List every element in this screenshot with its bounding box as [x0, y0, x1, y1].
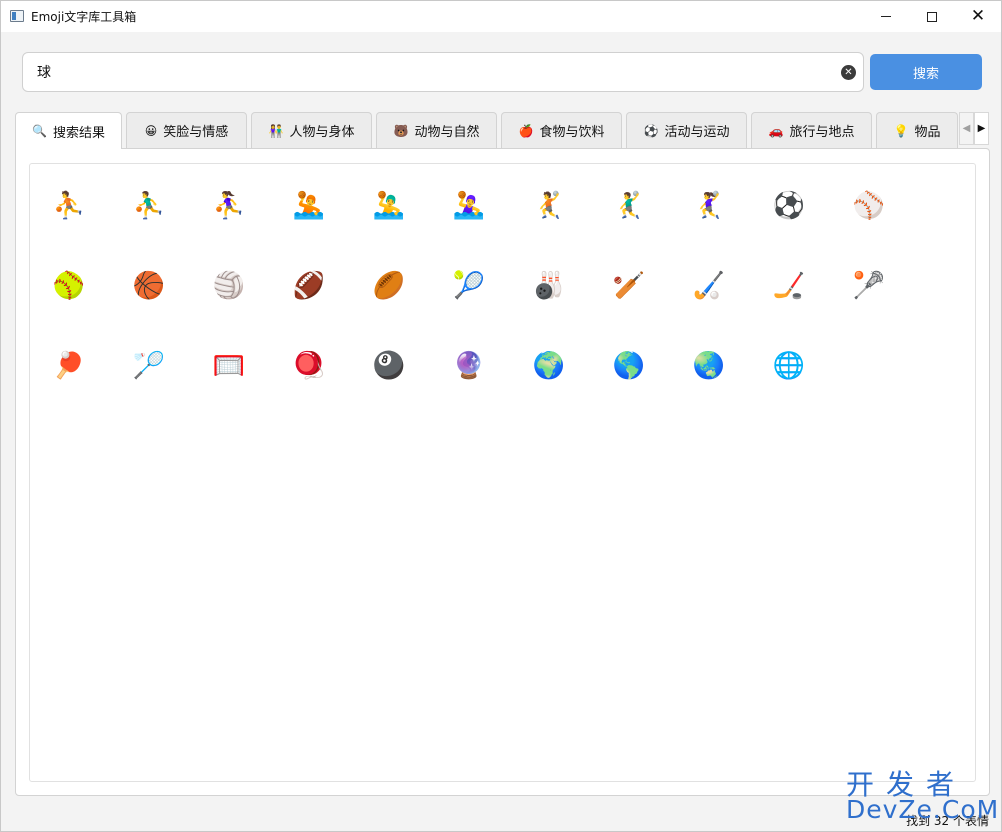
- emoji-cell[interactable]: 🏀: [123, 260, 175, 312]
- emoji-cell[interactable]: 🤾‍♀️: [683, 180, 735, 232]
- emoji-cell[interactable]: 🌐: [763, 340, 815, 392]
- tab-label: 人物与身体: [289, 125, 355, 140]
- tab-label: 动物与自然: [414, 125, 480, 140]
- chevron-right-icon: ▶: [977, 123, 986, 134]
- emoji-cell[interactable]: 🏑: [683, 260, 735, 312]
- tab-scroll-right-button[interactable]: ▶: [974, 112, 989, 145]
- tab-food-drink[interactable]: 🍎 食物与饮料: [501, 112, 622, 148]
- search-input[interactable]: [37, 53, 837, 91]
- tab-travel-places[interactable]: 🚗 旅行与地点: [751, 112, 872, 148]
- emoji-cell[interactable]: ⚾: [843, 180, 895, 232]
- magnifier-icon: 🔍: [32, 124, 47, 138]
- grinning-face-icon: 😀: [144, 123, 158, 138]
- tab-smileys-emotion[interactable]: 😀 笑脸与情感: [126, 112, 247, 148]
- chevron-left-icon: ◀: [962, 123, 971, 134]
- emoji-cell[interactable]: 🏓: [43, 340, 95, 392]
- tab-label: 笑脸与情感: [163, 125, 229, 140]
- car-icon: 🚗: [768, 123, 784, 138]
- emoji-cell[interactable]: 🤽‍♀️: [443, 180, 495, 232]
- emoji-cell[interactable]: ⚽: [763, 180, 815, 232]
- light-bulb-icon: 💡: [893, 123, 909, 138]
- close-icon: ✕: [970, 6, 986, 26]
- emoji-cell[interactable]: 🏒: [763, 260, 815, 312]
- emoji-cell[interactable]: 🏏: [603, 260, 655, 312]
- emoji-cell[interactable]: 🌎: [603, 340, 655, 392]
- minimize-icon: [881, 16, 891, 17]
- people-icon: 👫: [268, 123, 284, 138]
- maximize-icon: [927, 11, 937, 22]
- emoji-cell[interactable]: 🏉: [363, 260, 415, 312]
- emoji-cell[interactable]: 🪀: [283, 340, 335, 392]
- emoji-cell[interactable]: 🏐: [203, 260, 255, 312]
- emoji-cell[interactable]: 🥅: [203, 340, 255, 392]
- emoji-cell[interactable]: 🏈: [283, 260, 335, 312]
- emoji-cell[interactable]: 🌍: [523, 340, 575, 392]
- apple-icon: 🍎: [518, 123, 534, 138]
- status-bar: 找到 32 个表情: [1, 809, 1001, 831]
- tab-people-body[interactable]: 👫 人物与身体: [251, 112, 372, 148]
- app-window: Emoji文字库工具箱 ✕ ✕ 搜索 🔍 搜索结果 😀 笑脸与情感 👫 人物与身…: [0, 0, 1002, 832]
- close-button[interactable]: ✕: [955, 1, 1001, 32]
- tab-animals-nature[interactable]: 🐻 动物与自然: [376, 112, 497, 148]
- emoji-cell[interactable]: 🥍: [843, 260, 895, 312]
- tab-label: 物品: [914, 125, 941, 140]
- emoji-cell[interactable]: 🌏: [683, 340, 735, 392]
- app-icon: [10, 10, 24, 22]
- tab-label: 食物与饮料: [539, 125, 605, 140]
- tab-label: 旅行与地点: [789, 125, 855, 140]
- tab-scroll-left-button[interactable]: ◀: [959, 112, 974, 145]
- clear-search-icon[interactable]: ✕: [841, 65, 856, 80]
- window-title: Emoji文字库工具箱: [31, 10, 137, 24]
- emoji-cell[interactable]: 🤽: [283, 180, 335, 232]
- title-bar: Emoji文字库工具箱 ✕: [1, 1, 1001, 32]
- emoji-cell[interactable]: ⛹️: [43, 180, 95, 232]
- emoji-cell[interactable]: 🏸: [123, 340, 175, 392]
- tab-content-panel: ⛹️ ⛹️‍♂️ ⛹️‍♀️ 🤽 🤽‍♂️ 🤽‍♀️ 🤾 🤾‍♂️ 🤾‍♀️ ⚽ ⚾ 🥎 🏀 🏐 🏈 🏉 🎾 🎳 🏏…: [15, 148, 990, 796]
- search-button[interactable]: 搜索: [870, 54, 982, 90]
- emoji-cell[interactable]: 🎳: [523, 260, 575, 312]
- search-field: ✕: [22, 52, 864, 92]
- emoji-cell[interactable]: 🎾: [443, 260, 495, 312]
- category-tab-bar: 🔍 搜索结果 😀 笑脸与情感 👫 人物与身体 🐻 动物与自然 🍎 食物与饮料 ⚽…: [15, 112, 990, 149]
- emoji-grid: ⛹️ ⛹️‍♂️ ⛹️‍♀️ 🤽 🤽‍♂️ 🤽‍♀️ 🤾 🤾‍♂️ 🤾‍♀️ ⚽ ⚾ 🥎 🏀 🏐 🏈 🏉 🎾 🎳 🏏…: [29, 163, 976, 782]
- emoji-cell[interactable]: ⛹️‍♀️: [203, 180, 255, 232]
- bear-icon: 🐻: [393, 123, 409, 138]
- tab-label: 搜索结果: [52, 125, 105, 141]
- emoji-cell[interactable]: 🤽‍♂️: [363, 180, 415, 232]
- emoji-cell[interactable]: 🥎: [43, 260, 95, 312]
- tab-label: 活动与运动: [664, 125, 730, 140]
- emoji-cell[interactable]: 🔮: [443, 340, 495, 392]
- status-text: 找到 32 个表情: [906, 814, 989, 828]
- tab-activities[interactable]: ⚽ 活动与运动: [626, 112, 747, 148]
- minimize-button[interactable]: [863, 1, 909, 32]
- emoji-cell[interactable]: 🎱: [363, 340, 415, 392]
- emoji-cell[interactable]: ⛹️‍♂️: [123, 180, 175, 232]
- soccer-ball-icon: ⚽: [643, 123, 659, 138]
- emoji-cell[interactable]: 🤾: [523, 180, 575, 232]
- tab-search-results[interactable]: 🔍 搜索结果: [15, 112, 122, 149]
- tab-objects[interactable]: 💡 物品: [876, 112, 958, 148]
- emoji-cell[interactable]: 🤾‍♂️: [603, 180, 655, 232]
- maximize-button[interactable]: [909, 1, 955, 32]
